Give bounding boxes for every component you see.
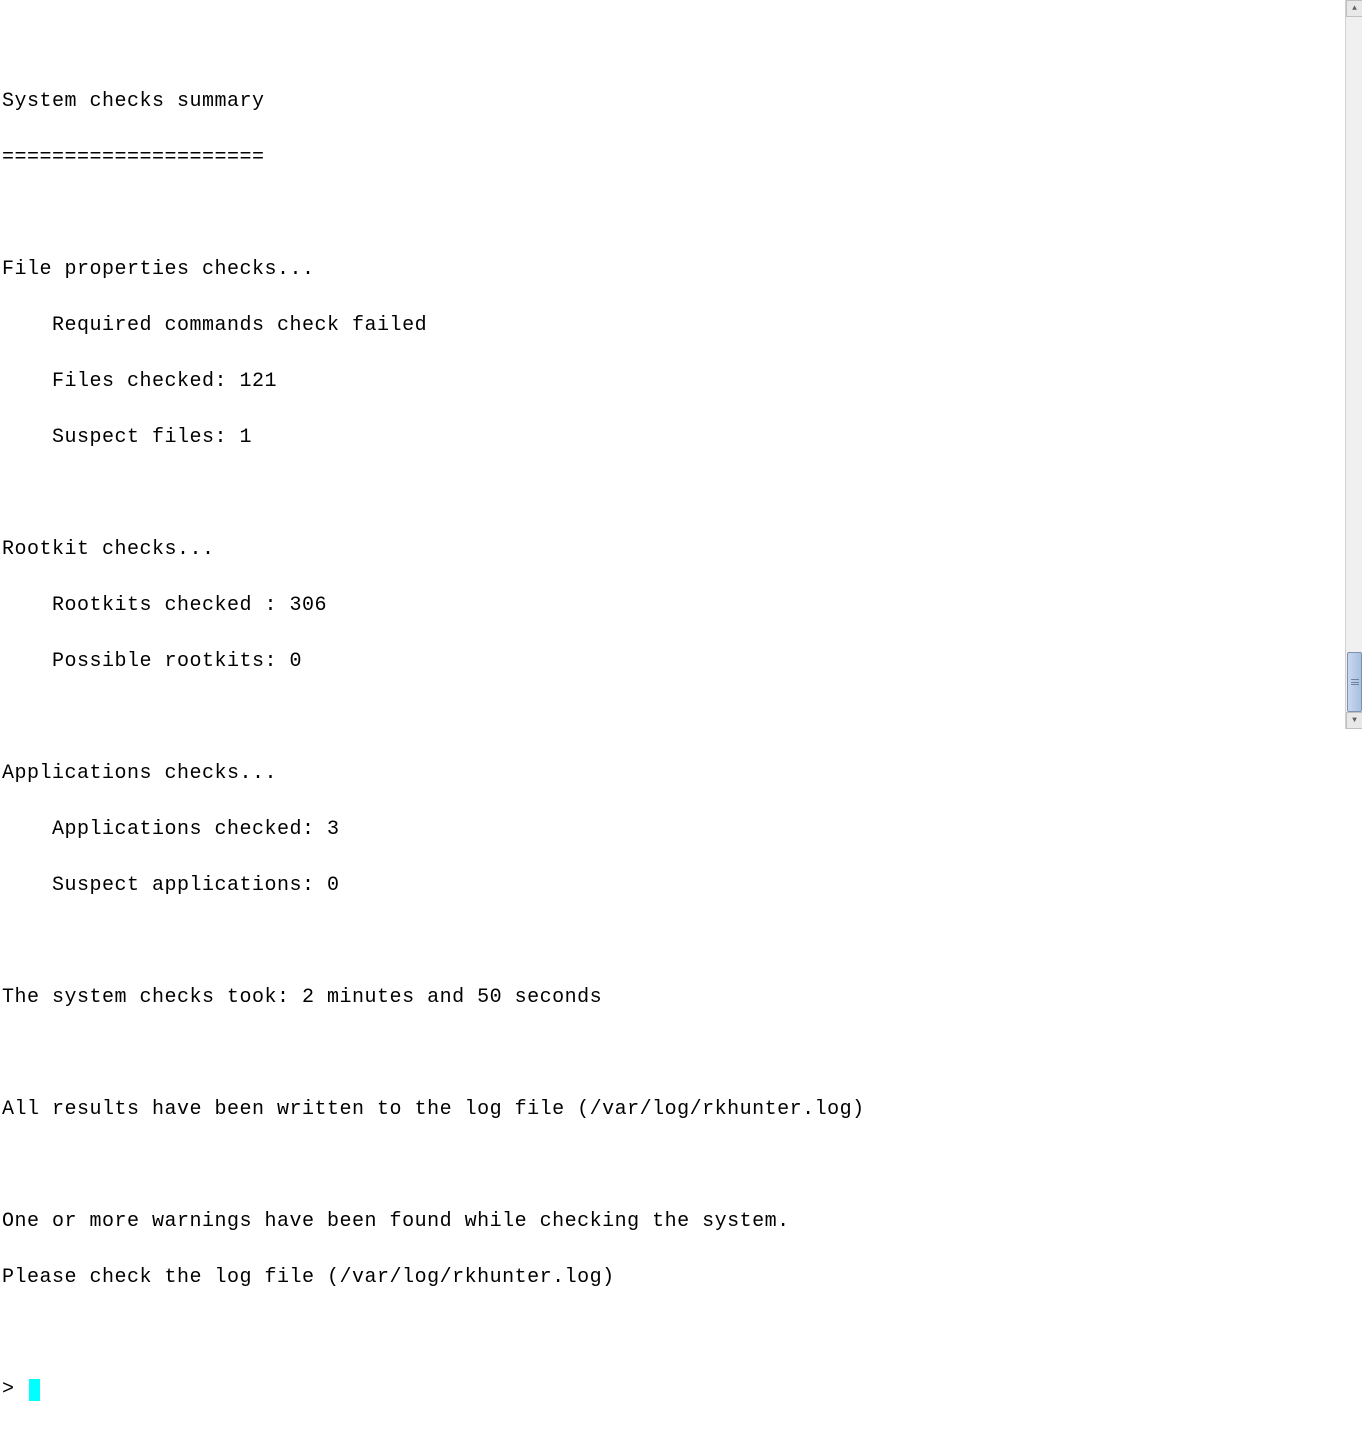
file-properties-header: File properties checks...: [2, 256, 1342, 284]
warning-line-2: Please check the log file (/var/log/rkhu…: [2, 1264, 1342, 1292]
prompt-line[interactable]: >: [2, 1376, 1342, 1404]
blank-line: [2, 1152, 1342, 1180]
chevron-up-icon: ▲: [1352, 4, 1357, 13]
rootkits-checked-line: Rootkits checked : 306: [2, 592, 1342, 620]
required-commands-line: Required commands check failed: [2, 312, 1342, 340]
vertical-scrollbar[interactable]: ▲ ▼: [1345, 0, 1362, 729]
rootkit-header: Rootkit checks...: [2, 536, 1342, 564]
blank-line: [2, 928, 1342, 956]
duration-line: The system checks took: 2 minutes and 50…: [2, 984, 1342, 1012]
scrollbar-thumb[interactable]: [1347, 652, 1362, 712]
applications-checked-line: Applications checked: 3: [2, 816, 1342, 844]
chevron-down-icon: ▼: [1352, 716, 1357, 725]
suspect-applications-line: Suspect applications: 0: [2, 872, 1342, 900]
applications-header: Applications checks...: [2, 760, 1342, 788]
blank-line: [2, 704, 1342, 732]
log-written-line: All results have been written to the log…: [2, 1096, 1342, 1124]
possible-rootkits-line: Possible rootkits: 0: [2, 648, 1342, 676]
summary-divider: =====================: [2, 144, 1342, 172]
blank-line: [2, 32, 1342, 60]
suspect-files-line: Suspect files: 1: [2, 424, 1342, 452]
terminal-output[interactable]: System checks summary ==================…: [0, 0, 1344, 729]
files-checked-line: Files checked: 121: [2, 368, 1342, 396]
prompt-symbol: >: [2, 1376, 27, 1404]
blank-line: [2, 1040, 1342, 1068]
scroll-up-button[interactable]: ▲: [1346, 0, 1362, 17]
scroll-down-button[interactable]: ▼: [1346, 712, 1362, 729]
cursor-icon: [29, 1379, 40, 1401]
blank-line: [2, 200, 1342, 228]
blank-line: [2, 480, 1342, 508]
summary-title: System checks summary: [2, 88, 1342, 116]
scrollbar-track[interactable]: [1346, 17, 1362, 712]
warning-line-1: One or more warnings have been found whi…: [2, 1208, 1342, 1236]
blank-line: [2, 1320, 1342, 1348]
